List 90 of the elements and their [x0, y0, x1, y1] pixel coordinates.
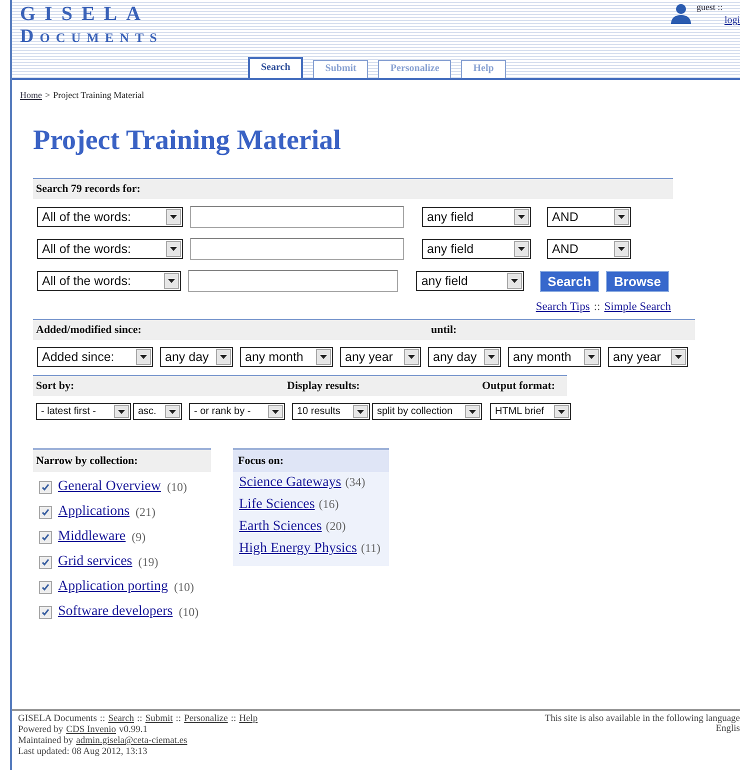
- dropdown[interactable]: AND: [547, 239, 631, 259]
- dropdown[interactable]: Added since:: [37, 347, 153, 367]
- checkbox[interactable]: [39, 606, 52, 618]
- dropdown[interactable]: 10 results: [292, 403, 370, 420]
- collection-link[interactable]: Software developers: [58, 604, 173, 620]
- since-label: Added/modified since:: [36, 324, 142, 336]
- search-tips-link[interactable]: Search Tips: [536, 301, 590, 313]
- login-link[interactable]: logi: [724, 15, 740, 26]
- record-count: (21): [136, 504, 156, 520]
- dropdown[interactable]: any year: [608, 347, 688, 367]
- dropdown[interactable]: - or rank by -: [189, 403, 285, 420]
- user-icon: [670, 2, 692, 24]
- page-title: Project Training Material: [33, 124, 342, 158]
- maintained-label: Maintained by: [18, 736, 74, 746]
- collection-link[interactable]: Grid services: [58, 554, 132, 570]
- dropdown[interactable]: All of the words:: [37, 207, 183, 227]
- action-button[interactable]: Browse: [606, 270, 669, 292]
- search-field[interactable]: [188, 270, 398, 292]
- link-separator: ::: [230, 714, 236, 724]
- record-count: (20): [326, 519, 346, 534]
- powered-label: Powered by: [18, 725, 64, 735]
- dropdown[interactable]: - latest first -: [36, 403, 131, 420]
- languages-note: This site is also available in the following language: [544, 714, 740, 724]
- simple-search-link[interactable]: Simple Search: [604, 301, 671, 313]
- footer-link[interactable]: Search: [108, 714, 134, 724]
- dropdown[interactable]: asc.: [133, 403, 182, 420]
- action-button[interactable]: Search: [540, 270, 600, 292]
- collection-link[interactable]: General Overview: [58, 479, 162, 495]
- last-updated: Last updated: 08 Aug 2012, 13:13: [18, 747, 148, 757]
- record-count: (10): [174, 580, 194, 594]
- email-link[interactable]: admin.gisela@ceta-ciemat.es: [76, 736, 188, 746]
- collection-link[interactable]: Applications: [58, 504, 130, 520]
- home-link[interactable]: Home: [20, 90, 42, 100]
- dropdown[interactable]: any year: [340, 347, 421, 367]
- invenio-link[interactable]: CDS Invenio: [66, 725, 116, 735]
- site-name: GISELA Documents: [18, 714, 97, 724]
- record-count: (11): [360, 541, 381, 556]
- breadcrumb-current: Project Training Material: [53, 90, 144, 100]
- record-count: (10): [178, 604, 199, 620]
- breadcrumb-separator: >: [45, 90, 50, 100]
- footer-link[interactable]: Help: [239, 714, 258, 724]
- dropdown[interactable]: any month: [508, 347, 601, 367]
- dropdown[interactable]: any day: [160, 347, 233, 367]
- checkbox[interactable]: [39, 506, 52, 518]
- collection-link[interactable]: Earth Sciences: [239, 519, 322, 535]
- link-separator: ::: [176, 714, 182, 724]
- sort-label: Sort by:: [36, 380, 76, 392]
- collection-link[interactable]: Science Gateways: [239, 475, 342, 491]
- dropdown[interactable]: split by collection: [372, 403, 482, 420]
- checkbox[interactable]: [39, 480, 52, 494]
- record-count: (9): [132, 530, 146, 544]
- collection-link[interactable]: High Energy Physics: [239, 541, 357, 557]
- link-separator: ::: [137, 714, 142, 724]
- collection-link[interactable]: Application porting: [58, 579, 168, 595]
- dropdown[interactable]: any field: [422, 207, 531, 227]
- collection-link[interactable]: Life Sciences: [239, 497, 315, 513]
- dropdown[interactable]: HTML brief: [490, 403, 571, 420]
- until-label: until:: [431, 324, 457, 336]
- focus-heading: Focus on:: [233, 448, 389, 472]
- search-field[interactable]: [190, 206, 404, 228]
- footer-link[interactable]: Submit: [145, 714, 173, 724]
- record-count: (19): [138, 554, 158, 570]
- nav-tab[interactable]: Search: [248, 57, 304, 78]
- link-separator: ::: [100, 714, 106, 724]
- dropdown[interactable]: All of the words:: [37, 239, 183, 259]
- site-logo: GISELA: [20, 3, 150, 25]
- checkbox[interactable]: [39, 556, 52, 568]
- dropdown[interactable]: any day: [428, 347, 501, 367]
- dropdown[interactable]: any field: [422, 239, 531, 259]
- checkbox[interactable]: [39, 580, 52, 594]
- footer-link[interactable]: Personalize: [184, 714, 228, 724]
- collection-heading: Narrow by collection:: [33, 448, 211, 472]
- user-label: guest ::: [696, 2, 724, 12]
- link-separator: ::: [594, 301, 600, 313]
- record-count: (16): [318, 497, 339, 512]
- site-logo-subtitle: DOCUMENTS: [20, 27, 163, 48]
- checkbox[interactable]: [39, 530, 52, 544]
- search-heading: Search 79 records for:: [33, 178, 673, 199]
- display-label: Display results:: [287, 380, 361, 392]
- collection-link[interactable]: Middleware: [58, 529, 126, 545]
- format-label: Output format:: [482, 380, 556, 392]
- dropdown[interactable]: any field: [416, 271, 524, 291]
- search-field[interactable]: [190, 238, 404, 260]
- dropdown[interactable]: All of the words:: [37, 271, 181, 291]
- record-count: (34): [345, 475, 366, 490]
- dropdown[interactable]: any month: [240, 347, 333, 367]
- record-count: (10): [167, 480, 188, 494]
- language-option[interactable]: Englis: [716, 724, 740, 734]
- version-label: v0.99.1: [119, 725, 148, 735]
- dropdown[interactable]: AND: [547, 207, 631, 227]
